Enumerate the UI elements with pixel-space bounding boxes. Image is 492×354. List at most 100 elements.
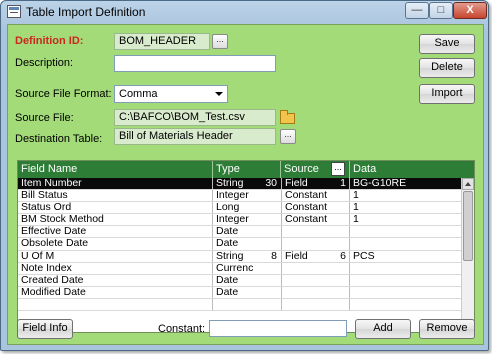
type-cell: Date bbox=[216, 226, 239, 238]
description-label: Description: bbox=[15, 57, 74, 69]
form-panel: Definition ID: BOM_HEADER ... Descriptio… bbox=[7, 24, 484, 345]
minimize-button[interactable]: — bbox=[405, 2, 429, 19]
source-cell bbox=[281, 274, 327, 286]
delete-button[interactable]: Delete bbox=[419, 58, 475, 78]
source-cell bbox=[281, 298, 327, 311]
table-row[interactable]: Modified Date Date bbox=[18, 286, 463, 299]
data-cell bbox=[350, 263, 463, 274]
grid-scrollbar[interactable] bbox=[461, 178, 474, 332]
length-cell bbox=[253, 275, 280, 286]
field-name-cell: Bill Status bbox=[18, 190, 213, 202]
source-cell: Constant bbox=[281, 202, 327, 214]
table-row[interactable]: Bill Status Integer Constant 1 bbox=[18, 190, 463, 203]
data-cell: BG-G10RE bbox=[353, 178, 407, 189]
position-cell bbox=[327, 190, 350, 202]
position-cell: 1 bbox=[327, 178, 350, 190]
length-cell: 8 bbox=[271, 250, 277, 262]
maximize-button[interactable]: □ bbox=[429, 2, 453, 19]
position-cell: 6 bbox=[327, 250, 350, 262]
table-row[interactable]: Item Number String 30 Field 1 BG-G10RE bbox=[18, 178, 463, 191]
add-button[interactable]: Add bbox=[355, 319, 411, 339]
source-format-value: Comma bbox=[119, 88, 158, 100]
table-row[interactable]: Created Date Date bbox=[18, 274, 463, 287]
source-cell: Field bbox=[281, 178, 327, 190]
grid-rows: Item Number String 30 Field 1 BG-G10RE Bill St… bbox=[18, 178, 463, 312]
type-cell: Integer bbox=[216, 190, 249, 202]
definition-id-field[interactable]: BOM_HEADER bbox=[114, 33, 210, 50]
source-file-field[interactable]: C:\BAFCO\BOM_Test.csv bbox=[114, 109, 276, 126]
field-name-cell: Note Index bbox=[18, 262, 213, 274]
source-format-select[interactable]: Comma bbox=[114, 85, 228, 103]
source-cell bbox=[281, 262, 327, 274]
position-cell bbox=[327, 202, 350, 214]
definition-id-label: Definition ID: bbox=[15, 35, 84, 47]
column-header-data[interactable]: Data bbox=[350, 161, 474, 178]
type-cell bbox=[213, 299, 253, 310]
table-row[interactable]: Obsolete Date Date bbox=[18, 238, 463, 251]
close-button[interactable]: X bbox=[453, 2, 487, 19]
save-button[interactable]: Save bbox=[419, 34, 475, 54]
data-cell bbox=[350, 287, 463, 298]
field-name-cell: Status Ord bbox=[18, 202, 213, 214]
remove-button[interactable]: Remove bbox=[419, 319, 475, 339]
position-cell bbox=[327, 274, 350, 286]
source-cell bbox=[281, 286, 327, 298]
definition-lookup-button[interactable]: ... bbox=[212, 34, 228, 49]
table-row[interactable]: BM Stock Method Integer Constant 1 bbox=[18, 214, 463, 227]
field-name-cell: Created Date bbox=[18, 274, 213, 286]
chevron-down-icon bbox=[215, 92, 223, 96]
destination-table-field[interactable]: Bill of Materials Header bbox=[114, 128, 276, 145]
position-cell bbox=[327, 286, 350, 298]
data-cell: 1 bbox=[353, 202, 359, 214]
field-info-button[interactable]: Field Info bbox=[17, 319, 73, 339]
field-name-cell: Obsolete Date bbox=[18, 238, 213, 250]
field-name-cell: Modified Date bbox=[18, 286, 213, 298]
destination-lookup-button[interactable]: ... bbox=[280, 129, 296, 144]
source-cell: Constant bbox=[281, 190, 327, 202]
table-row[interactable]: Note IndexCurrency bbox=[18, 262, 463, 275]
field-name-cell: Effective Date bbox=[18, 226, 213, 238]
length-cell bbox=[253, 214, 280, 225]
data-cell bbox=[350, 238, 463, 249]
table-row[interactable]: Effective Date Date bbox=[18, 226, 463, 239]
source-cell: Field bbox=[281, 250, 327, 262]
data-cell: 1 bbox=[353, 190, 359, 202]
length-cell bbox=[253, 238, 280, 249]
description-field[interactable] bbox=[114, 55, 276, 72]
field-name-cell: Item Number bbox=[18, 178, 213, 190]
field-name-cell: U Of M bbox=[18, 250, 213, 262]
source-cell: Constant bbox=[281, 214, 327, 226]
length-cell bbox=[253, 287, 280, 298]
scroll-up-icon[interactable] bbox=[462, 178, 474, 190]
source-cell bbox=[281, 238, 327, 250]
type-cell: String bbox=[216, 178, 244, 189]
folder-icon[interactable] bbox=[280, 110, 295, 124]
position-cell bbox=[327, 238, 350, 250]
length-cell bbox=[253, 263, 280, 274]
length-cell bbox=[253, 202, 280, 213]
type-cell: Date bbox=[216, 274, 239, 286]
length-cell bbox=[253, 190, 280, 201]
source-file-label: Source File: bbox=[15, 112, 74, 124]
import-button[interactable]: Import bbox=[419, 84, 475, 104]
source-options-button[interactable]: ... bbox=[331, 162, 345, 176]
table-row[interactable] bbox=[18, 298, 463, 312]
data-cell bbox=[350, 226, 463, 237]
length-cell bbox=[253, 299, 280, 310]
table-row[interactable]: Status Ord Long Constant 1 bbox=[18, 202, 463, 215]
table-row[interactable]: U Of M String 8 Field 6 PCS bbox=[18, 250, 463, 263]
field-mapping-grid[interactable]: Field Name Type Source ... Data Item Num… bbox=[17, 160, 475, 333]
constant-field[interactable] bbox=[209, 320, 347, 337]
column-header-field-name[interactable]: Field Name bbox=[18, 161, 213, 178]
position-cell bbox=[327, 298, 350, 311]
scroll-thumb[interactable] bbox=[463, 191, 473, 261]
window-title: Table Import Definition bbox=[26, 5, 146, 19]
position-cell bbox=[327, 262, 350, 274]
title-bar[interactable]: Table Import Definition — □ X bbox=[1, 1, 488, 23]
length-cell bbox=[253, 226, 280, 237]
type-cell: Integer bbox=[216, 214, 249, 226]
position-cell bbox=[327, 226, 350, 238]
column-header-type[interactable]: Type bbox=[213, 161, 281, 178]
type-cell: Long bbox=[216, 202, 240, 214]
data-cell bbox=[350, 275, 463, 286]
